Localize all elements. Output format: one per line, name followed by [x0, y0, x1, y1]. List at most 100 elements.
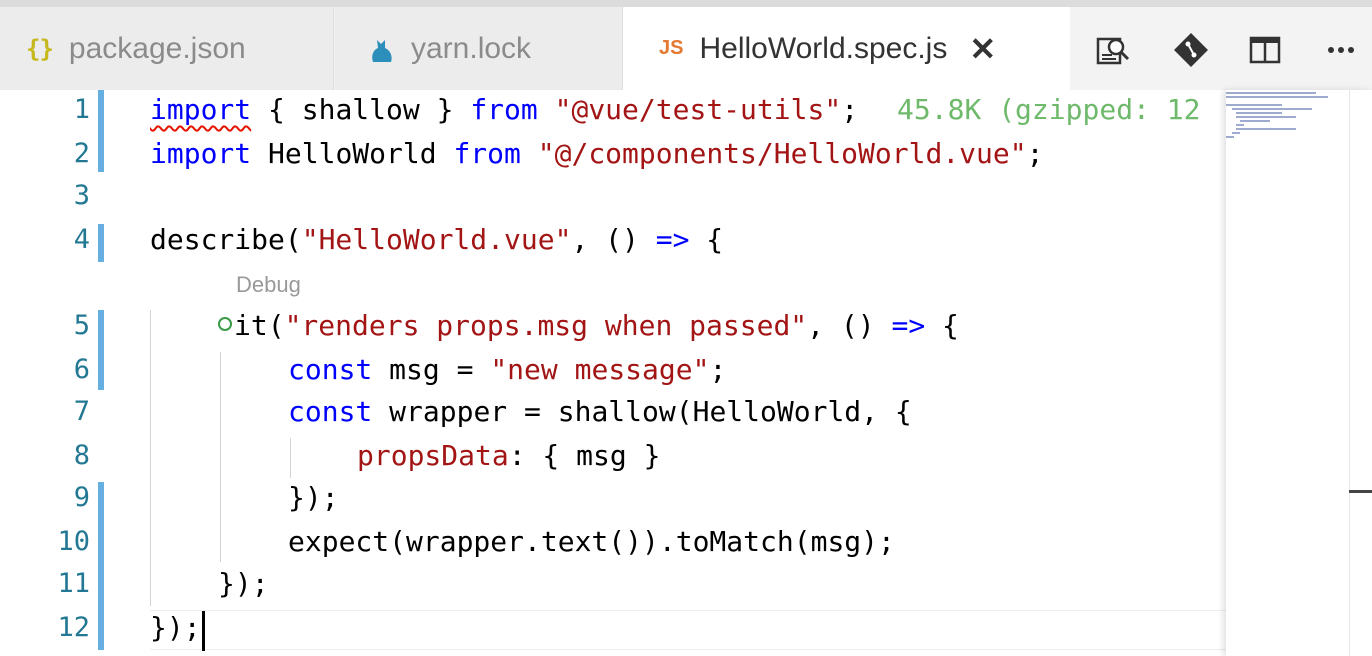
keyword: from [470, 93, 538, 126]
minimap-line [1226, 92, 1316, 94]
line-number: 11 [57, 568, 90, 599]
indent-guide [220, 352, 221, 562]
code-line-7: const wrapper = shallow(HelloWorld, { [288, 392, 912, 432]
line-number: 2 [73, 138, 90, 169]
line-number: 9 [73, 482, 90, 513]
close-icon[interactable]: ✕ [969, 30, 996, 68]
yarn-cat-icon [369, 34, 395, 64]
code-text: , () [807, 309, 892, 342]
line-number: 6 [73, 354, 90, 385]
line-number: 4 [73, 224, 90, 255]
string-literal: "new message" [490, 353, 710, 386]
code-text: wrapper = shallow(HelloWorld, { [372, 395, 912, 428]
vertical-scrollbar[interactable] [1349, 90, 1372, 656]
minimap-line [1236, 124, 1244, 126]
modified-lines-marker[interactable] [98, 90, 104, 172]
code-line-10: expect(wrapper.text()).toMatch(msg); [288, 522, 895, 562]
scrollbar-position-marker [1349, 490, 1372, 493]
code-line-9: }); [288, 478, 339, 518]
keyword: const [288, 353, 373, 386]
minimap-line [1226, 136, 1234, 138]
minimap-line [1226, 96, 1328, 98]
arrow-operator: => [655, 223, 690, 256]
minimap-line [1240, 120, 1270, 122]
line-number: 1 [73, 94, 90, 125]
line-number: 8 [73, 440, 90, 471]
line-number: 10 [57, 526, 90, 557]
code-area[interactable]: import { shallow } from "@vue/test-utils… [150, 90, 1226, 656]
code-line-11: }); [218, 564, 269, 604]
git-compare-icon[interactable] [1174, 33, 1208, 67]
code-line-12: }); [150, 608, 201, 648]
code-text: expect(wrapper.text()).toMatch(msg); [288, 525, 895, 558]
split-editor-icon[interactable] [1248, 33, 1282, 67]
javascript-file-icon: JS [659, 37, 684, 59]
tab-label: yarn.lock [411, 31, 532, 65]
line-number: 7 [73, 396, 90, 427]
code-editor[interactable]: 1 2 3 4 5 6 7 8 9 10 11 12 import { shal… [0, 90, 1226, 656]
tab-bar: {} package.json yarn.lock JS HelloWorld.… [0, 0, 1372, 90]
code-text: }); [218, 567, 269, 600]
tab-package-json[interactable]: {} package.json [0, 7, 334, 90]
property-name: propsData [357, 439, 509, 472]
code-text: ; [841, 93, 859, 126]
test-status-icon[interactable] [218, 317, 232, 331]
minimap-line [1232, 132, 1240, 134]
code-text: ; [709, 353, 727, 386]
more-actions-icon[interactable] [1324, 33, 1358, 67]
line-number: 3 [73, 180, 90, 211]
code-text: { [689, 223, 724, 256]
code-line-6: const msg = "new message"; [288, 350, 726, 390]
current-line-highlight [150, 610, 1226, 650]
line-number: 12 [57, 612, 90, 643]
tab-helloworld-spec[interactable]: JS HelloWorld.spec.js ✕ [623, 7, 1070, 90]
code-line-1: import { shallow } from "@vue/test-utils… [150, 90, 1200, 130]
debug-codelens[interactable]: Debug [236, 272, 301, 298]
minimap-line [1236, 116, 1296, 118]
indent-guide [290, 438, 291, 478]
line-number: 5 [73, 310, 90, 341]
editor-actions [1070, 7, 1372, 90]
keyword: import [150, 93, 252, 126]
code-text: describe( [150, 223, 302, 256]
code-line-8: propsData: { msg } [357, 436, 660, 476]
code-text: { [925, 309, 959, 342]
code-text: { shallow } [251, 93, 471, 126]
modified-lines-marker[interactable] [98, 224, 104, 262]
code-text: }); [150, 611, 201, 644]
minimap-line [1226, 104, 1282, 106]
json-braces-icon: {} [26, 34, 54, 63]
modified-lines-marker[interactable] [98, 310, 104, 390]
code-text: HelloWorld [251, 137, 454, 170]
minimap-line [1236, 112, 1282, 114]
keyword: from [453, 137, 521, 170]
tab-label: HelloWorld.spec.js [699, 31, 948, 65]
minimap-line [1232, 108, 1312, 110]
string-literal: "@/components/HelloWorld.vue" [537, 137, 1027, 170]
string-literal: "HelloWorld.vue" [301, 223, 572, 256]
code-text: msg = [372, 353, 491, 386]
code-text: , () [571, 223, 656, 256]
code-line-5: it("renders props.msg when passed", () =… [218, 306, 959, 346]
line-number-gutter: 1 2 3 4 5 6 7 8 9 10 11 12 [0, 90, 110, 656]
open-preview-icon[interactable] [1096, 33, 1130, 67]
modified-lines-marker[interactable] [98, 482, 104, 650]
import-size-annotation: 45.8K (gzipped: 12 [897, 93, 1201, 126]
keyword: const [288, 395, 373, 428]
code-line-2: import HelloWorld from "@/components/Hel… [150, 134, 1043, 174]
arrow-operator: => [891, 309, 926, 342]
code-text: : { msg } [508, 439, 661, 472]
tab-label: package.json [68, 31, 246, 65]
code-text: it( [234, 309, 285, 342]
string-literal: "@vue/test-utils" [554, 93, 842, 126]
tab-yarn-lock[interactable]: yarn.lock [335, 7, 623, 90]
minimap-line [1236, 128, 1296, 130]
code-text: }); [288, 481, 339, 514]
keyword: import [150, 137, 252, 170]
indent-guide [150, 310, 151, 606]
string-literal: "renders props.msg when passed" [284, 309, 808, 342]
code-text: ; [1026, 137, 1044, 170]
code-line-4: describe("HelloWorld.vue", () => { [150, 220, 723, 260]
